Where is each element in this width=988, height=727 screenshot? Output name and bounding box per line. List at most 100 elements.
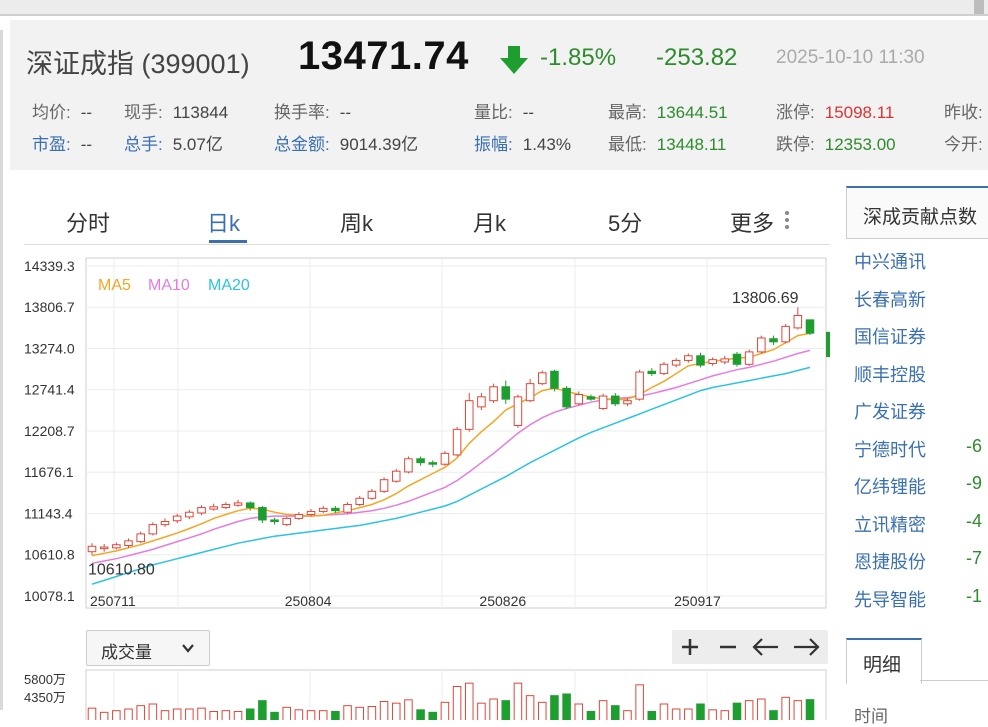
volume-bar-up xyxy=(635,684,644,720)
contribution-item-name[interactable]: 先导智能 xyxy=(854,586,926,612)
stat-row1-2: 换手率: -- xyxy=(274,98,351,123)
contribution-panel-header[interactable]: 深成贡献点数 xyxy=(846,186,988,239)
stat-value: 9014.39亿 xyxy=(339,135,419,154)
tab-weekly-k[interactable]: 周k xyxy=(340,206,373,238)
volume-bar-down xyxy=(428,711,438,720)
y-tick-label: 13274.0 xyxy=(24,341,75,357)
contribution-item-value: -6 xyxy=(966,435,983,456)
stat-row1-3: 量比: -- xyxy=(474,98,534,123)
volume-bar-up xyxy=(318,710,328,720)
stat-value: -- xyxy=(522,103,535,122)
candle-up xyxy=(452,428,462,456)
volume-bar-up xyxy=(781,696,790,720)
pan-right-button[interactable] xyxy=(788,630,824,664)
candle-up xyxy=(464,400,474,430)
contribution-item-name[interactable]: 宁德时代 xyxy=(854,436,926,462)
volume-tick-label: 5800万 xyxy=(24,672,66,687)
candle-up xyxy=(172,515,182,522)
stat-label: 最高: xyxy=(608,103,647,122)
volume-bar-up xyxy=(452,686,462,720)
contribution-item-name[interactable]: 立讯精密 xyxy=(854,511,926,537)
contribution-item-value: -7 xyxy=(966,548,983,568)
tab-detail[interactable]: 明细 xyxy=(846,638,922,684)
zoom-in-button[interactable] xyxy=(672,630,708,664)
volume-bar-up xyxy=(197,707,206,720)
candle-down xyxy=(270,519,279,523)
stat-value: 12353.00 xyxy=(824,135,896,154)
candle-up xyxy=(720,358,730,363)
pan-left-button[interactable] xyxy=(748,630,784,664)
volume-bar-up xyxy=(112,710,121,720)
volume-bar-up xyxy=(720,710,730,720)
tab-monthly-k[interactable]: 月k xyxy=(473,206,506,238)
candle-up xyxy=(185,511,194,518)
candle-up xyxy=(355,497,365,505)
y-tick-label: 10078.1 xyxy=(24,588,75,604)
volume-bar-down xyxy=(270,711,279,720)
stat-label: 最低: xyxy=(608,135,647,154)
stat-label[interactable]: 市盈: xyxy=(32,135,71,154)
stat-value: 15098.11 xyxy=(824,103,895,122)
down-arrow-icon xyxy=(500,46,528,74)
contribution-item-name[interactable]: 长春高新 xyxy=(854,286,926,312)
candle-up xyxy=(197,507,206,514)
kline-chart[interactable]: 14339.3 13806.7 13274.0 12741.4 12208.7 11676… xyxy=(24,256,830,612)
candle-up xyxy=(124,540,133,547)
volume-bar-up xyxy=(659,703,669,720)
candle-down xyxy=(805,319,815,334)
stat-row2-1: 总手: 5.07亿 xyxy=(124,130,223,155)
volume-bar-up xyxy=(708,709,717,720)
volume-bar-up xyxy=(379,701,389,720)
volume-chart[interactable]: 5800万 4350万 xyxy=(24,668,830,720)
candle-up xyxy=(659,363,669,375)
candle-up xyxy=(440,452,450,465)
tab-more[interactable]: 更多 xyxy=(730,206,774,238)
indicator-select[interactable]: 成交量 xyxy=(86,630,210,666)
volume-tick-label: 4350万 xyxy=(24,690,66,705)
active-tab-underline xyxy=(209,240,247,243)
volume-bar-up xyxy=(537,701,547,720)
volume-bar-up xyxy=(124,708,133,720)
candle-down xyxy=(550,370,559,389)
stat-label[interactable]: 振幅: xyxy=(474,135,513,154)
volume-bar-up xyxy=(233,711,243,720)
candle-up xyxy=(282,517,291,526)
candle-up xyxy=(209,506,218,510)
volume-bar-up xyxy=(513,682,523,720)
more-dots-icon[interactable] xyxy=(784,208,790,232)
stat-label[interactable]: 总手: xyxy=(124,135,163,154)
candle-up xyxy=(99,546,109,550)
volume-bar-down xyxy=(732,702,742,720)
candle-up xyxy=(757,337,766,353)
contribution-item-name[interactable]: 广发证券 xyxy=(854,398,926,424)
contribution-item-name[interactable]: 亿纬锂能 xyxy=(854,473,926,499)
volume-bar-up xyxy=(744,700,754,720)
stat-label: 换手率: xyxy=(274,103,330,122)
volume-bar-down xyxy=(611,705,620,720)
chart-nav-controls xyxy=(672,630,828,664)
candle-up xyxy=(318,507,328,512)
volume-bar-up xyxy=(209,711,218,720)
candle-up xyxy=(391,470,401,482)
scrollbar-thumb[interactable] xyxy=(974,0,984,14)
volume-bar-up xyxy=(355,706,365,720)
contribution-item-name[interactable]: 恩捷股份 xyxy=(854,548,926,574)
chevron-down-icon xyxy=(182,644,194,653)
contribution-item-name[interactable]: 顺丰控股 xyxy=(854,361,926,387)
stat-row2-4: 最低: 13448.11 xyxy=(608,130,726,155)
volume-bar-up xyxy=(221,710,231,720)
stat-value: -- xyxy=(80,103,93,122)
contribution-item-name[interactable]: 国信证券 xyxy=(854,323,926,349)
contribution-item-name[interactable]: 中兴通讯 xyxy=(854,248,926,274)
candle-up xyxy=(708,359,717,365)
candle-down xyxy=(732,353,742,365)
zoom-out-button[interactable] xyxy=(710,630,746,664)
stat-value: 113844 xyxy=(172,103,229,122)
tab-intraday[interactable]: 分时 xyxy=(66,206,110,238)
tab-daily-k[interactable]: 日k xyxy=(207,206,240,238)
stat-label[interactable]: 总金额: xyxy=(274,135,330,154)
tab-5min[interactable]: 5分 xyxy=(608,206,642,238)
volume-bar-up xyxy=(623,710,632,720)
candle-up xyxy=(635,371,644,400)
candle-down xyxy=(586,396,596,400)
